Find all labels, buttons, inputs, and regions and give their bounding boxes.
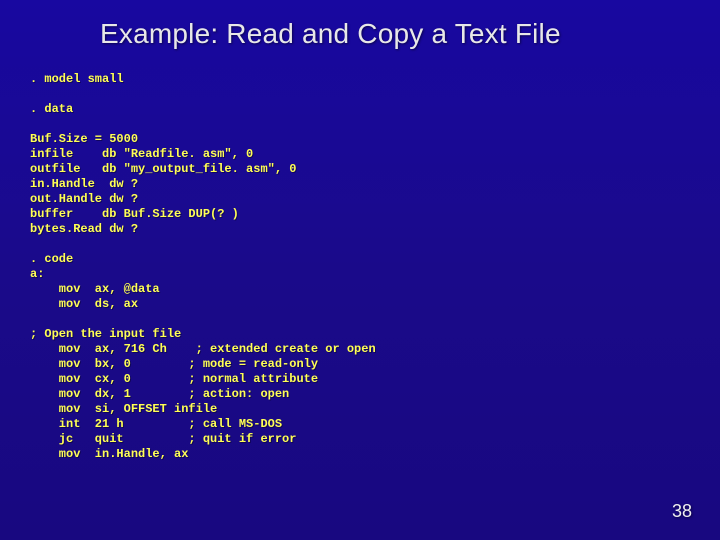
page-title: Example: Read and Copy a Text File xyxy=(0,0,720,50)
slide: Example: Read and Copy a Text File . mod… xyxy=(0,0,720,540)
page-number: 38 xyxy=(672,501,692,522)
code-block: . model small . data Buf.Size = 5000 inf… xyxy=(0,50,720,462)
